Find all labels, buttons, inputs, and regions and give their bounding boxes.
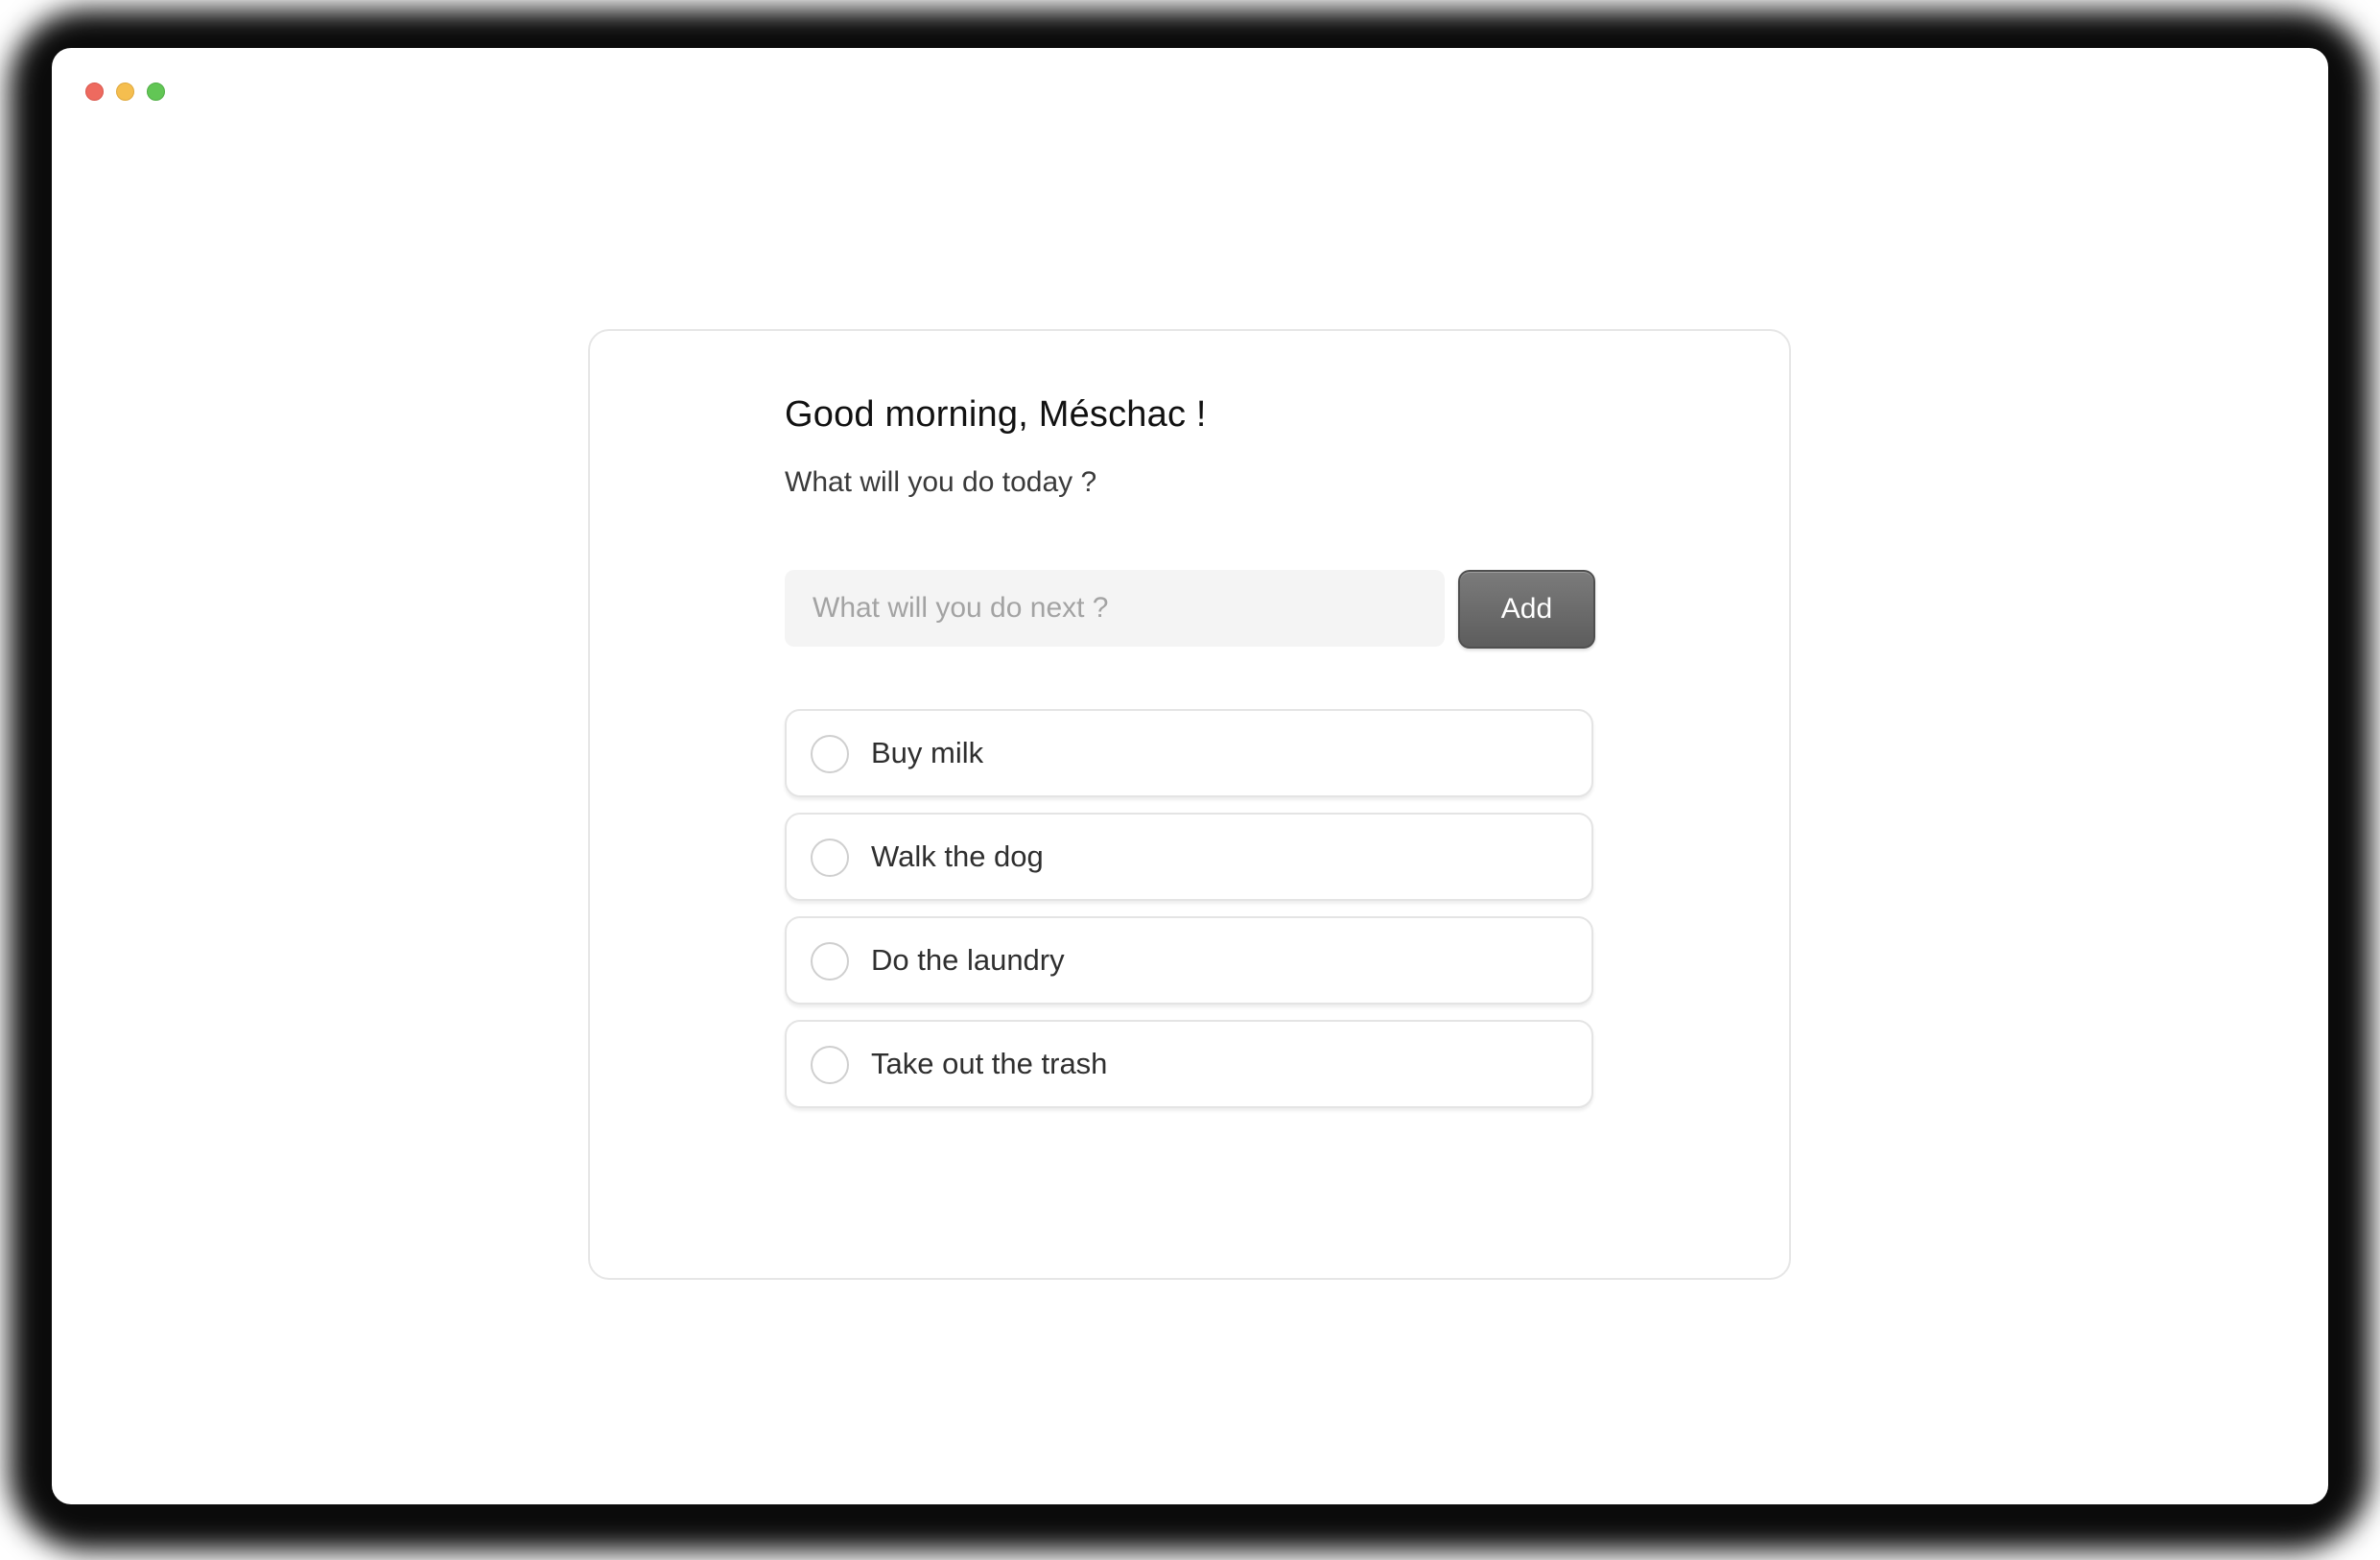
todo-list: Buy milk Walk the dog Do the laundry Tak… [785,709,1595,1123]
todo-label: Do the laundry [871,943,1065,977]
add-task-button[interactable]: Add [1458,570,1595,649]
todo-label: Take out the trash [871,1047,1108,1080]
checkbox-circle-icon[interactable] [811,942,849,981]
todo-card: Good morning, Méschac ! What will you do… [588,329,1791,1280]
checkbox-circle-icon[interactable] [811,839,849,877]
new-task-input[interactable] [785,570,1445,647]
todo-item[interactable]: Do the laundry [785,916,1593,1005]
todo-item[interactable]: Take out the trash [785,1020,1593,1108]
new-task-row: Add [785,570,1595,649]
checkbox-circle-icon[interactable] [811,735,849,773]
close-window-button[interactable] [85,83,104,101]
zoom-window-button[interactable] [147,83,165,101]
todo-item[interactable]: Buy milk [785,709,1593,797]
window-controls [85,83,165,101]
subtitle-text: What will you do today ? [785,466,1097,498]
todo-label: Buy milk [871,736,984,769]
todo-item[interactable]: Walk the dog [785,813,1593,901]
minimize-window-button[interactable] [116,83,134,101]
greeting-heading: Good morning, Méschac ! [785,394,1207,435]
todo-label: Walk the dog [871,839,1044,873]
checkbox-circle-icon[interactable] [811,1046,849,1084]
app-window: Good morning, Méschac ! What will you do… [52,48,2328,1504]
